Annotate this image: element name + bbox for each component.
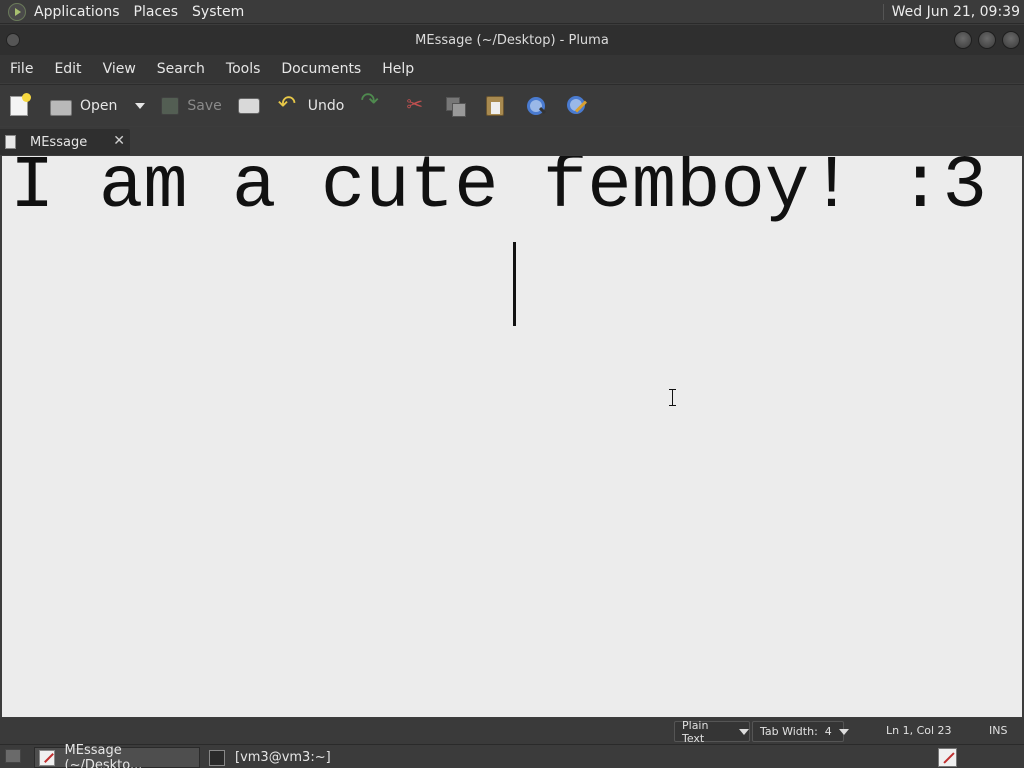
- minimize-button[interactable]: [954, 31, 972, 49]
- find-replace-button[interactable]: [566, 91, 588, 121]
- tab-width-label: Tab Width: 4: [760, 725, 832, 738]
- menu-view[interactable]: View: [103, 61, 136, 77]
- task-label: [vm3@vm3:~]: [235, 750, 331, 765]
- redo-icon: [360, 89, 382, 117]
- menu-help[interactable]: Help: [382, 61, 414, 77]
- open-button[interactable]: Open: [50, 91, 117, 121]
- applications-menu[interactable]: Applications: [34, 4, 120, 20]
- task-label: MEssage (~/Deskto...: [64, 742, 143, 768]
- menu-search[interactable]: Search: [157, 61, 205, 77]
- chevron-down-icon: [135, 102, 146, 109]
- document-tabs: MEssage ✕: [0, 127, 1024, 155]
- copy-button[interactable]: [446, 91, 467, 121]
- text-document-icon: [5, 135, 16, 149]
- menu-tools[interactable]: Tools: [226, 61, 261, 77]
- pluma-app-icon: [39, 749, 55, 766]
- taskbar-item-pluma[interactable]: MEssage (~/Deskto...: [34, 743, 200, 768]
- find-replace-icon: [566, 95, 588, 117]
- chevron-down-icon: [739, 728, 749, 735]
- window-titlebar[interactable]: MEssage (~/Desktop) - Pluma: [0, 25, 1024, 55]
- close-tab-icon[interactable]: ✕: [113, 133, 125, 149]
- text-cursor: [513, 242, 516, 326]
- cursor-position: Ln 1, Col 23: [886, 724, 952, 737]
- window-menu-icon[interactable]: [6, 33, 20, 47]
- redo-button[interactable]: [360, 89, 382, 121]
- close-button[interactable]: [1002, 31, 1020, 49]
- open-folder-icon: [50, 99, 72, 116]
- paste-button[interactable]: [486, 91, 505, 121]
- bottom-panel: MEssage (~/Deskto... [vm3@vm3:~]: [0, 743, 1024, 768]
- terminal-app-icon: [209, 749, 225, 766]
- save-icon: [161, 96, 180, 115]
- cut-button[interactable]: [404, 91, 426, 121]
- top-panel: Applications Places System Wed Jun 21, 0…: [0, 0, 1024, 24]
- statusbar: Plain Text Tab Width: 4 Ln 1, Col 23 INS: [0, 718, 1024, 745]
- paste-icon: [486, 95, 505, 116]
- maximize-button[interactable]: [978, 31, 996, 49]
- search-icon: [526, 96, 546, 116]
- new-button[interactable]: [10, 91, 31, 121]
- menubar: File Edit View Search Tools Documents He…: [0, 55, 1024, 83]
- insert-mode: INS: [989, 724, 1008, 737]
- mate-menu-icon[interactable]: [8, 2, 26, 21]
- tab-width-selector[interactable]: Tab Width: 4: [752, 721, 849, 742]
- clock[interactable]: Wed Jun 21, 09:39: [882, 3, 1020, 20]
- notes-tray-icon[interactable]: [938, 748, 957, 767]
- language-selector[interactable]: Plain Text: [674, 718, 750, 745]
- system-menu[interactable]: System: [192, 4, 244, 20]
- tab-message[interactable]: MEssage ✕: [0, 129, 130, 155]
- window-controls: [954, 31, 1020, 49]
- undo-label: Undo: [307, 97, 345, 114]
- open-recent-dropdown[interactable]: [125, 91, 146, 121]
- taskbar-item-terminal[interactable]: [vm3@vm3:~]: [205, 747, 345, 768]
- toolbar: Open Save Undo: [0, 84, 1024, 126]
- print-button[interactable]: [237, 91, 260, 121]
- text-editor[interactable]: I am a cute femboy! :3: [2, 156, 1022, 717]
- save-button[interactable]: Save: [161, 91, 222, 121]
- menu-documents[interactable]: Documents: [281, 61, 361, 77]
- undo-icon: [278, 92, 300, 117]
- undo-button[interactable]: Undo: [278, 91, 345, 121]
- chevron-down-icon: [838, 728, 849, 735]
- editor-text[interactable]: I am a cute femboy! :3: [10, 156, 1010, 230]
- cut-icon: [404, 92, 426, 117]
- window-title: MEssage (~/Desktop) - Pluma: [415, 32, 609, 48]
- save-label: Save: [187, 97, 222, 114]
- places-menu[interactable]: Places: [134, 4, 179, 20]
- language-label: Plain Text: [682, 718, 709, 745]
- menu-edit[interactable]: Edit: [54, 61, 81, 77]
- find-button[interactable]: [526, 91, 546, 121]
- menu-file[interactable]: File: [10, 61, 33, 77]
- open-label: Open: [80, 97, 118, 114]
- tab-label: MEssage: [30, 134, 88, 150]
- ibeam-pointer-icon: [668, 389, 677, 406]
- print-icon: [237, 97, 260, 114]
- copy-icon: [446, 96, 467, 117]
- new-document-icon: [10, 92, 31, 116]
- show-desktop-icon[interactable]: [5, 749, 21, 763]
